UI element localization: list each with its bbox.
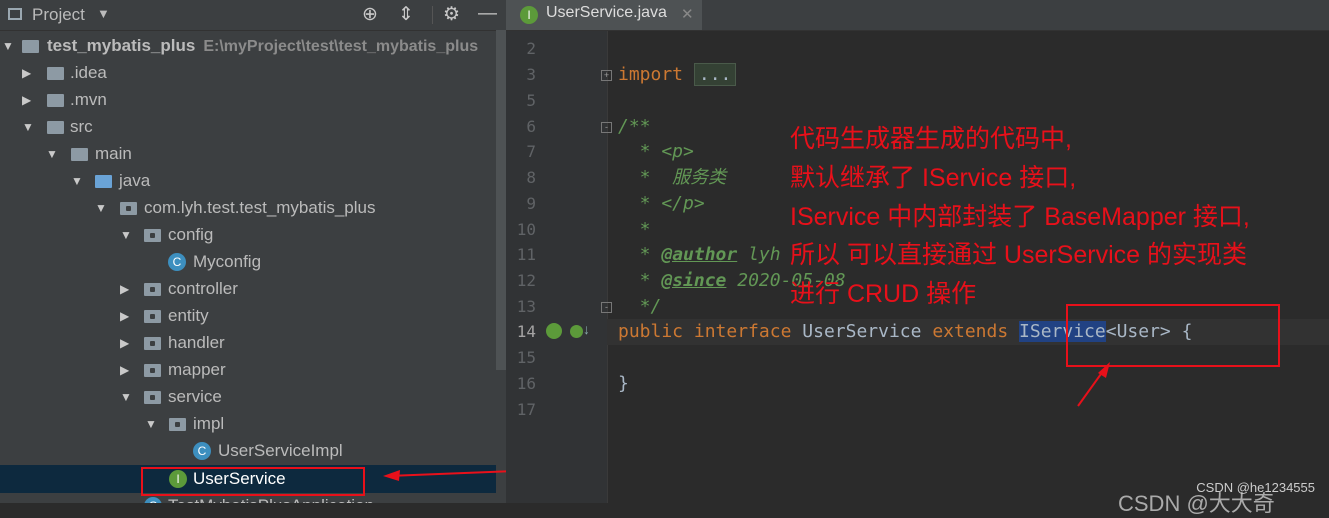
line-number: 5 [526, 91, 536, 110]
line-number: 3 [526, 65, 536, 84]
keyword: extends [932, 321, 1009, 342]
keyword: interface [693, 321, 792, 342]
line-number: 12 [516, 271, 536, 290]
code-line-11[interactable]: * @author lyh [618, 242, 781, 268]
line-number: 10 [516, 220, 536, 239]
line-number: 8 [526, 168, 536, 187]
code-line-3[interactable]: import ... [618, 62, 737, 88]
override-icon[interactable] [570, 325, 583, 338]
line-number: 6 [526, 117, 536, 136]
line-number: 14 [516, 322, 536, 341]
annotation-line: 默认继承了 IService 接口, [790, 163, 1077, 192]
interface-icon: I [520, 6, 538, 24]
arrow-head [383, 470, 400, 481]
line-number: 7 [526, 142, 536, 161]
code-line-16[interactable]: } [618, 371, 629, 397]
line-number: 16 [516, 374, 536, 393]
watermark: CSDN @he1234555 [1196, 480, 1315, 495]
code-line-7[interactable]: * <p> [618, 139, 694, 165]
fold-marker-icon[interactable]: + [601, 70, 612, 81]
line-number: 9 [526, 194, 536, 213]
code-line-10[interactable]: * [618, 217, 651, 243]
line-number: 13 [516, 297, 536, 316]
code-line-6[interactable]: /** [618, 114, 651, 140]
doc-tag: @since [661, 270, 727, 291]
annotation-line: IService 中内部封装了 BaseMapper 接口, [790, 202, 1250, 231]
tab-userservice-java[interactable]: I UserService.java ✕ [506, 0, 702, 30]
fold-marker-icon[interactable]: - [601, 302, 612, 313]
annotation-text: 代码生成器生成的代码中, 默认继承了 IService 接口, IService… [790, 120, 1250, 314]
line-number: 15 [516, 348, 536, 367]
tab-label: UserService.java [546, 4, 667, 21]
fold-marker-icon[interactable]: - [601, 122, 612, 133]
line-number: 17 [516, 400, 536, 419]
annotation-line: 代码生成器生成的代码中, [790, 125, 1072, 153]
close-icon[interactable]: ✕ [681, 5, 694, 23]
code-line-9[interactable]: * </p> [618, 191, 705, 217]
class-name: UserService [802, 321, 922, 342]
annotation-line: 进行 CRUD 操作 [790, 280, 977, 309]
code-line-13[interactable]: */ [618, 294, 662, 320]
folded-imports[interactable]: ... [693, 63, 737, 86]
keyword: public [618, 321, 684, 342]
keyword: import [618, 64, 684, 85]
line-number: 2 [526, 39, 536, 58]
code-line-8[interactable]: * 服务类 [618, 165, 727, 191]
doc-value: lyh [737, 244, 781, 265]
implemented-icon[interactable] [546, 323, 562, 339]
arrow-down-icon: ↓ [583, 321, 590, 337]
doc-tag: @author [661, 244, 738, 265]
editor-tabbar: I UserService.java ✕ [506, 0, 1329, 31]
annotation-line: 所以 可以直接通过 UserService 的实现类 [790, 241, 1247, 270]
line-number: 11 [516, 245, 536, 264]
